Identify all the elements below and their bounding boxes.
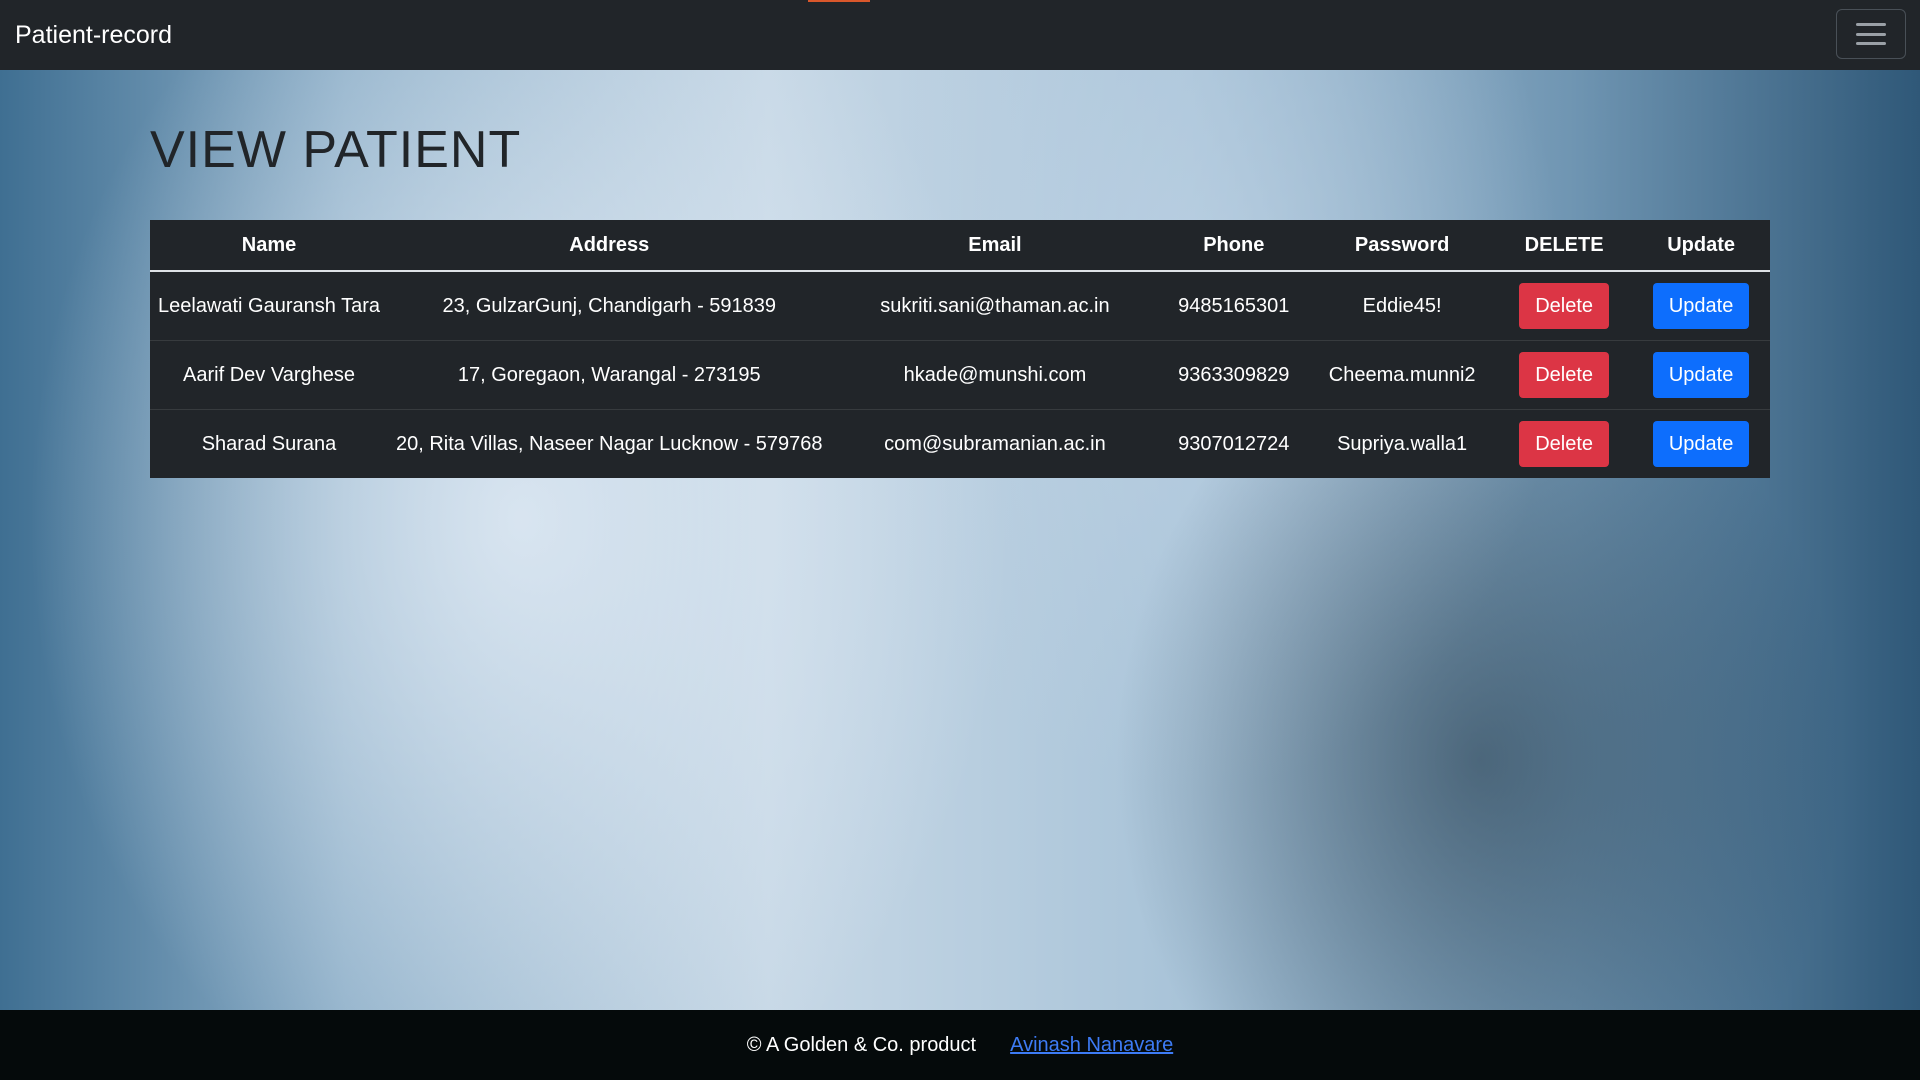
cell-update: Update — [1632, 340, 1770, 410]
table-row: Leelawati Gauransh Tara 23, GulzarGunj, … — [150, 271, 1770, 341]
hamburger-menu-icon — [1856, 23, 1886, 45]
update-button[interactable]: Update — [1652, 283, 1750, 329]
update-button[interactable]: Update — [1652, 421, 1750, 467]
table-row: Sharad Surana 20, Rita Villas, Naseer Na… — [150, 410, 1770, 479]
navbar: Patient-record — [0, 0, 1920, 70]
cell-update: Update — [1632, 271, 1770, 341]
column-header-update: Update — [1632, 220, 1770, 272]
column-header-address: Address — [388, 220, 831, 272]
page-title: VIEW PATIENT — [150, 121, 522, 179]
cell-address: 20, Rita Villas, Naseer Nagar Lucknow - … — [396, 432, 823, 455]
column-header-password: Password — [1308, 220, 1497, 272]
patient-table-container: Name Address Email Phone Password DELETE… — [150, 220, 1770, 478]
cell-email: hkade@munshi.com — [830, 340, 1160, 410]
cell-password: Supriya.walla1 — [1337, 432, 1468, 455]
cell-phone: 9363309829 — [1159, 340, 1309, 410]
cell-name: Leelawati Gauransh Tara — [150, 271, 388, 341]
column-header-phone: Phone — [1159, 220, 1309, 272]
footer-author-link[interactable]: Avinash Nanavare — [1010, 1034, 1173, 1057]
cell-phone: 9307012724 — [1178, 432, 1290, 455]
delete-button[interactable]: Delete — [1519, 352, 1610, 398]
cell-address: 17, Goregaon, Warangal - 273195 — [388, 340, 831, 410]
update-button[interactable]: Update — [1652, 352, 1750, 398]
column-header-name: Name — [150, 220, 388, 272]
cell-delete: Delete — [1496, 340, 1633, 410]
cell-name: Sharad Surana — [201, 432, 337, 455]
table-header-row: Name Address Email Phone Password DELETE… — [150, 220, 1770, 272]
cell-phone: 9485165301 — [1159, 271, 1309, 341]
cell-delete: Delete — [1496, 271, 1633, 341]
cell-address: 23, GulzarGunj, Chandigarh - 591839 — [388, 271, 831, 341]
cell-email: sukriti.sani@thaman.ac.in — [830, 271, 1160, 341]
column-header-delete: DELETE — [1496, 220, 1633, 272]
cell-delete: Delete — [1496, 410, 1632, 479]
delete-button[interactable]: Delete — [1519, 421, 1610, 467]
navbar-toggler-button[interactable] — [1836, 9, 1906, 59]
cell-update: Update — [1632, 410, 1770, 479]
footer: © A Golden & Co. product Avinash Nanavar… — [0, 1010, 1920, 1080]
table-row: Aarif Dev Varghese 17, Goregaon, Waranga… — [150, 340, 1770, 410]
cell-email: com@subramanian.ac.in — [884, 432, 1106, 455]
cell-password: Cheema.munni2 — [1308, 340, 1497, 410]
navbar-brand[interactable]: Patient-record — [15, 21, 172, 50]
delete-button[interactable]: Delete — [1519, 283, 1610, 329]
column-header-email: Email — [830, 220, 1160, 272]
patient-table: Name Address Email Phone Password DELETE… — [150, 220, 1770, 478]
cell-name: Aarif Dev Varghese — [150, 340, 388, 410]
nav-accent-bar — [808, 0, 870, 2]
footer-text: © A Golden & Co. product — [746, 1033, 977, 1056]
cell-password: Eddie45! — [1308, 271, 1497, 341]
